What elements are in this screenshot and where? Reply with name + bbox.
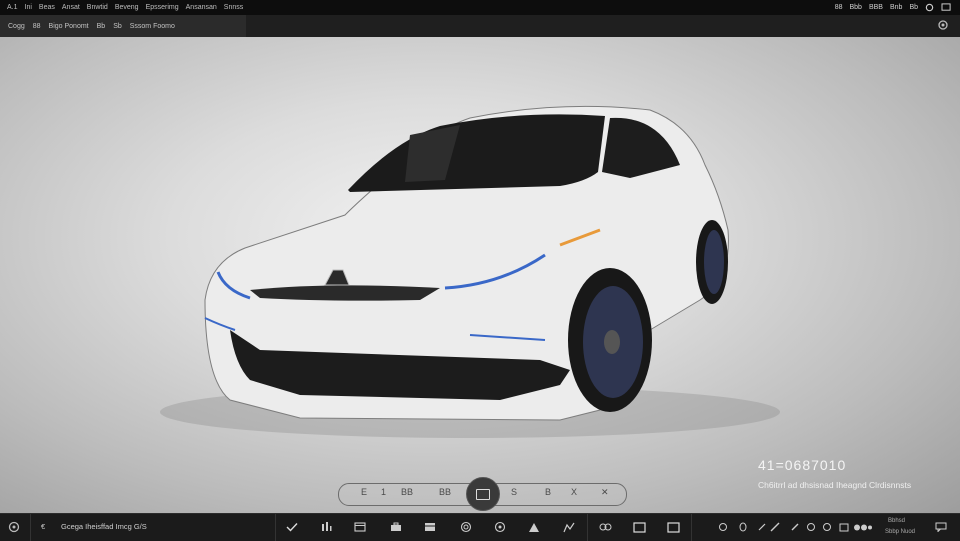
menu-item-8[interactable]: Snnss [224, 4, 243, 11]
menu-item-3[interactable]: Ansat [62, 4, 80, 11]
playback-seg-3[interactable]: BB [439, 487, 451, 497]
menu-item-0[interactable]: A.1 [7, 4, 18, 11]
playback-seg-0[interactable]: E [361, 487, 367, 497]
playback-seg-1[interactable]: 1 [381, 487, 386, 497]
circle-icon[interactable] [492, 520, 508, 534]
screen-icon[interactable] [664, 520, 682, 534]
playback-seg-6[interactable]: X [571, 487, 577, 497]
toolbar-left-glyph: € [41, 522, 46, 531]
menu-right-item-1[interactable]: Bbb [849, 4, 861, 11]
frame-icon [476, 489, 490, 500]
play-button[interactable] [466, 477, 500, 511]
square-icon[interactable] [630, 520, 648, 534]
tab-2[interactable]: Bigo Ponomt [49, 23, 89, 30]
menu-item-1[interactable]: Ini [25, 4, 32, 11]
tab-0[interactable]: Cogg [8, 23, 25, 30]
bottom-toolbar: € Gcega Iheisffad Imcg G/S Bbhsd Sbbp Nu… [0, 513, 960, 541]
menu-right-item-4[interactable]: Bb [909, 4, 918, 11]
dot-tool-icon[interactable] [804, 520, 818, 534]
tab-3[interactable]: Bb [97, 23, 106, 30]
menu-bar: A.1 Ini Beas Ansat Bnwtid Beveng Epsseri… [0, 0, 960, 15]
check-icon[interactable] [283, 520, 301, 534]
menu-item-2[interactable]: Beas [39, 4, 55, 11]
line-tool-icon[interactable] [755, 520, 769, 534]
rect-tool-icon[interactable] [837, 520, 851, 534]
car-render-image [160, 105, 780, 438]
pencil-icon[interactable] [768, 520, 782, 534]
tab-bar: Cogg 88 Bigo Ponomt Bb Sb Sssom Foomo [0, 15, 960, 38]
film-icon[interactable] [422, 520, 438, 534]
triangle-icon[interactable] [526, 520, 542, 534]
app-icon[interactable] [6, 520, 22, 534]
briefcase-icon[interactable] [388, 520, 404, 534]
tab-4[interactable]: Sb [113, 23, 122, 30]
playback-seg-7[interactable]: ✕ [601, 487, 609, 498]
frame-icon[interactable] [352, 520, 368, 534]
loop-icon[interactable] [596, 520, 614, 534]
shapes-icon[interactable] [851, 520, 875, 534]
tab-group: Cogg 88 Bigo Ponomt Bb Sb Sssom Foomo [0, 15, 246, 37]
ellipse-tool-icon[interactable] [716, 520, 730, 534]
menu-right-item-2[interactable]: BBB [869, 4, 883, 11]
toolbar-left-section: € Gcega Iheisffad Imcg G/S [30, 514, 276, 541]
lasso-icon[interactable] [736, 520, 750, 534]
bars-icon[interactable] [318, 520, 334, 534]
menu-item-7[interactable]: Ansansan [186, 4, 217, 11]
tab-5[interactable]: Sssom Foomo [130, 23, 175, 30]
playback-seg-5[interactable]: B [545, 487, 551, 497]
record-icon[interactable] [925, 3, 934, 12]
readout-caption: Ch6itrrl ad dhsisnad Iheagnd Clrdisnnsts [758, 480, 912, 490]
readout-value: 41=0687010 [758, 457, 847, 473]
toolbar-left-label: Gcega Iheisffad Imcg G/S [61, 522, 147, 531]
target-icon[interactable] [458, 520, 474, 534]
menu-right-group: 88 Bbb BBB Bnb Bb [835, 0, 952, 15]
playback-seg-4[interactable]: S [511, 487, 517, 497]
menu-item-4[interactable]: Bnwtid [87, 4, 108, 11]
brush-icon[interactable] [788, 520, 802, 534]
toolbar-right-label-1: Sbbp Nuod [885, 529, 916, 535]
viewport-canvas[interactable]: 41=0687010 Ch6itrrl ad dhsisnad Iheagnd … [0, 37, 960, 513]
playback-seg-2[interactable]: BB [401, 487, 413, 497]
menu-right-item-3[interactable]: Bnb [890, 4, 902, 11]
menu-item-6[interactable]: Epsserimg [146, 4, 179, 11]
toolbar-right-label-0: Bbhsd [888, 518, 906, 524]
menu-item-5[interactable]: Beveng [115, 4, 139, 11]
playback-controls: E 1 BB BB S B X ✕ [338, 477, 627, 511]
menu-right-item-0[interactable]: 88 [835, 4, 843, 11]
window-icon[interactable] [941, 3, 952, 12]
tab-1[interactable]: 88 [33, 23, 41, 30]
comment-icon[interactable] [933, 520, 949, 534]
info-readout: 41=0687010 Ch6itrrl ad dhsisnad Iheagnd … [758, 457, 911, 490]
circle-tool-icon[interactable] [820, 520, 834, 534]
chart-icon[interactable] [560, 520, 578, 534]
settings-icon[interactable] [936, 18, 950, 32]
